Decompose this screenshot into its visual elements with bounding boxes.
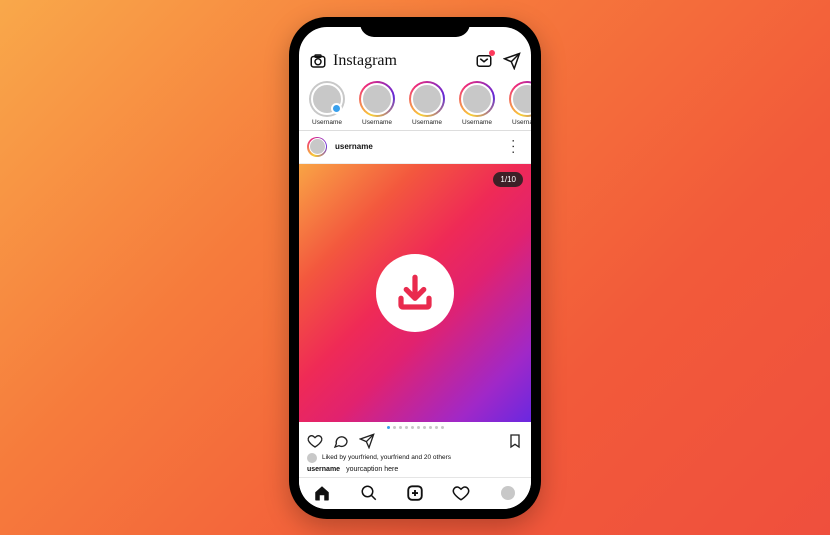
likes-text: Liked by yourfriend, yourfriend and 20 o… bbox=[322, 454, 451, 461]
send-icon[interactable] bbox=[503, 52, 521, 70]
activity-heart-icon[interactable] bbox=[452, 484, 470, 502]
phone-notch bbox=[360, 17, 470, 37]
carousel-dots bbox=[299, 422, 531, 431]
post-header: username ··· bbox=[299, 131, 531, 164]
post-author-name[interactable]: username bbox=[335, 142, 498, 151]
story-avatar bbox=[359, 81, 395, 117]
activity-icon[interactable] bbox=[475, 52, 493, 70]
story-item[interactable]: Username bbox=[455, 81, 499, 126]
caption-text: yourcaption here bbox=[346, 466, 398, 473]
story-label: Username bbox=[312, 119, 342, 126]
bottom-nav bbox=[299, 477, 531, 509]
profile-icon[interactable] bbox=[499, 484, 517, 502]
story-item[interactable]: Username bbox=[405, 81, 449, 126]
story-label: Username bbox=[512, 119, 531, 126]
phone-frame: Instagram Username Username bbox=[289, 17, 541, 519]
story-item[interactable]: Username bbox=[305, 81, 349, 126]
camera-icon[interactable] bbox=[309, 52, 327, 70]
carousel-counter: 1/10 bbox=[493, 172, 523, 187]
more-options-icon[interactable]: ··· bbox=[513, 138, 517, 155]
app-logo: Instagram bbox=[333, 52, 397, 70]
stories-tray[interactable]: Username Username Username Username User… bbox=[299, 75, 531, 131]
comment-icon[interactable] bbox=[333, 433, 349, 449]
story-label: Username bbox=[362, 119, 392, 126]
caption-row: username yourcaption here bbox=[299, 465, 531, 477]
post-actions bbox=[299, 431, 531, 451]
story-avatar bbox=[459, 81, 495, 117]
post-media[interactable]: 1/10 bbox=[299, 164, 531, 422]
like-icon[interactable] bbox=[307, 433, 323, 449]
bookmark-icon[interactable] bbox=[507, 433, 523, 449]
top-bar: Instagram bbox=[299, 47, 531, 75]
notification-dot bbox=[489, 50, 495, 56]
share-icon[interactable] bbox=[359, 433, 375, 449]
post-author-avatar[interactable] bbox=[307, 137, 327, 157]
story-label: Username bbox=[412, 119, 442, 126]
screen: Instagram Username Username bbox=[299, 27, 531, 509]
download-badge bbox=[376, 254, 454, 332]
story-avatar bbox=[509, 81, 531, 117]
add-post-icon[interactable] bbox=[406, 484, 424, 502]
story-item[interactable]: Username bbox=[355, 81, 399, 126]
likes-row[interactable]: Liked by yourfriend, yourfriend and 20 o… bbox=[299, 451, 531, 465]
story-label: Username bbox=[462, 119, 492, 126]
home-icon[interactable] bbox=[313, 484, 331, 502]
story-avatar bbox=[309, 81, 345, 117]
download-icon bbox=[394, 272, 436, 314]
story-avatar bbox=[409, 81, 445, 117]
liker-avatar bbox=[307, 453, 317, 463]
caption-username[interactable]: username bbox=[307, 466, 340, 473]
add-story-badge bbox=[331, 103, 342, 114]
search-icon[interactable] bbox=[360, 484, 378, 502]
story-item[interactable]: Username bbox=[505, 81, 531, 126]
